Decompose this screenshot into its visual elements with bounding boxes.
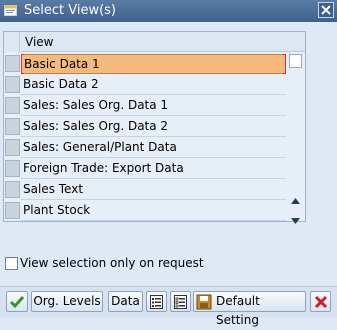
- table-row[interactable]: Sales: Sales Org. Data 1: [4, 95, 286, 116]
- default-setting-label: Default Setting: [216, 294, 260, 327]
- default-setting-button[interactable]: Default Setting: [193, 291, 306, 327]
- checkmark-icon: [9, 296, 25, 309]
- save-icon: [196, 294, 212, 310]
- deselect-all-button[interactable]: [170, 291, 191, 312]
- row-label[interactable]: Sales: General/Plant Data: [21, 138, 286, 158]
- row-selector[interactable]: [5, 76, 20, 93]
- header-scroll-cap: [286, 32, 305, 52]
- row-label[interactable]: Foreign Trade: Export Data: [21, 159, 286, 179]
- view-selection-checkbox[interactable]: [5, 257, 18, 270]
- row-selector[interactable]: [5, 139, 20, 156]
- table-rows: Basic Data 1 Basic Data 2 Sales: Sales O…: [4, 53, 286, 221]
- data-button[interactable]: Data: [108, 291, 143, 312]
- button-toolbar: Org. Levels Data Default Setting: [0, 286, 337, 327]
- row-selector[interactable]: [5, 181, 20, 198]
- row-selector[interactable]: [5, 202, 20, 219]
- window-title: Select View(s): [24, 3, 117, 18]
- row-label[interactable]: Sales: Sales Org. Data 2: [21, 117, 286, 137]
- table-row[interactable]: Foreign Trade: Export Data: [4, 158, 286, 179]
- cancel-icon: [314, 295, 328, 309]
- scroll-thumb[interactable]: [289, 54, 302, 68]
- table-row[interactable]: Sales: Sales Org. Data 2: [4, 116, 286, 137]
- view-table: View Basic Data 1 Basic Data 2 Sales: Sa…: [3, 31, 306, 224]
- cancel-button[interactable]: [310, 291, 331, 312]
- row-label[interactable]: Sales: Sales Org. Data 1: [21, 96, 286, 116]
- select-all-button[interactable]: [146, 291, 167, 312]
- close-button[interactable]: [318, 2, 334, 18]
- table-row[interactable]: Basic Data 1: [4, 53, 286, 74]
- data-label: Data: [111, 294, 140, 308]
- select-all-icon: [150, 295, 163, 309]
- close-icon: [321, 5, 331, 15]
- row-selector[interactable]: [5, 160, 20, 177]
- select-all-rows-corner[interactable]: [4, 32, 20, 52]
- table-row[interactable]: Sales Text: [4, 179, 286, 200]
- deselect-all-icon: [174, 295, 187, 309]
- row-selector[interactable]: [5, 118, 20, 135]
- org-levels-button[interactable]: Org. Levels: [31, 291, 103, 312]
- table-row[interactable]: Plant Stock: [4, 200, 286, 221]
- row-label[interactable]: Plant Stock: [21, 201, 286, 221]
- column-header-view[interactable]: View: [21, 32, 286, 52]
- confirm-button[interactable]: [6, 291, 28, 312]
- table-row[interactable]: Basic Data 2: [4, 74, 286, 95]
- view-selection-label: View selection only on request: [20, 256, 204, 270]
- row-label[interactable]: Basic Data 1: [21, 54, 286, 74]
- vertical-scrollbar[interactable]: [286, 52, 305, 224]
- row-label[interactable]: Basic Data 2: [21, 75, 286, 95]
- row-label[interactable]: Sales Text: [21, 180, 286, 200]
- window-icon: [4, 4, 17, 17]
- scroll-up-icon[interactable]: [291, 198, 300, 204]
- table-row[interactable]: Sales: General/Plant Data: [4, 137, 286, 158]
- scroll-down-icon[interactable]: [291, 218, 300, 224]
- row-selector[interactable]: [5, 97, 20, 114]
- table-header: View: [4, 32, 305, 52]
- row-selector[interactable]: [5, 55, 20, 72]
- title-bar: Select View(s): [0, 0, 337, 22]
- org-levels-label: Org. Levels: [33, 294, 101, 308]
